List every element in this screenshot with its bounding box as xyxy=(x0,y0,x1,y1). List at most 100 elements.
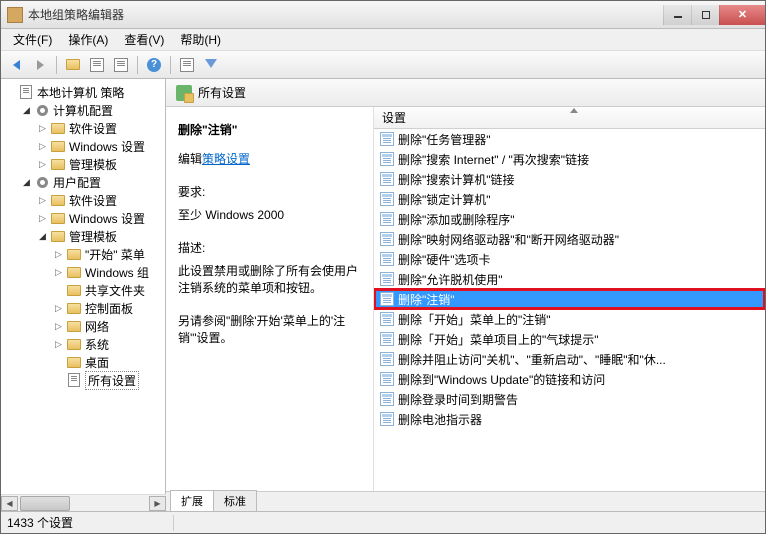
forward-button[interactable] xyxy=(29,54,51,76)
policy-icon xyxy=(380,212,394,226)
tree-user-windows-settings[interactable]: ▷ Windows 设置 xyxy=(1,209,165,227)
list-item[interactable]: 删除「开始」菜单上的"注销" xyxy=(374,309,765,329)
expand-icon[interactable]: ▷ xyxy=(37,213,48,224)
folder-icon xyxy=(66,248,82,261)
tree-pane[interactable]: 本地计算机 策略◢计算机配置▷软件设置▷Windows 设置▷管理模板◢用户配置… xyxy=(1,79,166,511)
scroll-thumb[interactable] xyxy=(20,496,70,511)
list-item[interactable]: 删除"任务管理器" xyxy=(374,129,765,149)
tree-label: 所有设置 xyxy=(85,371,139,390)
tab-extended[interactable]: 扩展 xyxy=(170,490,214,511)
close-button[interactable]: ✕ xyxy=(719,5,765,25)
sheet-icon xyxy=(18,86,34,99)
list-item[interactable]: 删除"注销" xyxy=(374,289,765,309)
detail-header-title: 所有设置 xyxy=(198,84,246,101)
help-button[interactable]: ? xyxy=(143,54,165,76)
folder-icon xyxy=(66,356,82,369)
column-header-setting[interactable]: 设置 xyxy=(374,107,765,129)
tree-shared-folders[interactable]: 共享文件夹 xyxy=(1,281,165,299)
tree-windows-settings[interactable]: ▷Windows 设置 xyxy=(1,137,165,155)
tree-system[interactable]: ▷ 系统 xyxy=(1,335,165,353)
scroll-left-button[interactable]: ◀ xyxy=(1,496,18,511)
minimize-button[interactable] xyxy=(663,5,691,25)
up-button[interactable] xyxy=(62,54,84,76)
expand-icon[interactable]: ▷ xyxy=(53,267,64,278)
list-item[interactable]: 删除登录时间到期警告 xyxy=(374,389,765,409)
toolbar: ? xyxy=(1,51,765,79)
expand-icon[interactable]: ▷ xyxy=(53,249,64,260)
list-item[interactable]: 删除「开始」菜单项目上的"气球提示" xyxy=(374,329,765,349)
list-item[interactable]: 删除"映射网络驱动器"和"断开网络驱动器" xyxy=(374,229,765,249)
tree-control-panel[interactable]: ▷控制面板 xyxy=(1,299,165,317)
tree-label: 本地计算机 策略 xyxy=(37,84,124,101)
tree-admin-templates[interactable]: ▷管理模板 xyxy=(1,155,165,173)
statusbar: 1433 个设置 xyxy=(1,511,765,533)
tree-user-software-settings[interactable]: ▷软件设置 xyxy=(1,191,165,209)
folder-icon xyxy=(66,266,82,279)
expand-icon[interactable]: ▷ xyxy=(37,195,48,206)
edit-policy-link[interactable]: 策略设置 xyxy=(202,152,250,166)
status-count: 1433 个设置 xyxy=(7,514,73,531)
list-item[interactable]: 删除"搜索 Internet" / "再次搜索"链接 xyxy=(374,149,765,169)
filter-button[interactable] xyxy=(200,54,222,76)
tree-label: 网络 xyxy=(85,318,109,335)
tree-label: 系统 xyxy=(85,336,109,353)
list-item[interactable]: 删除"允许脱机使用" xyxy=(374,269,765,289)
tree-label: 管理模板 xyxy=(69,228,117,245)
toolbar-separator xyxy=(137,56,138,74)
tab-standard[interactable]: 标准 xyxy=(213,490,257,511)
tree-hscrollbar[interactable]: ◀ ▶ xyxy=(1,494,166,511)
properties-button[interactable] xyxy=(176,54,198,76)
export-button[interactable] xyxy=(110,54,132,76)
tree-toggle-blank xyxy=(53,375,64,386)
window-title: 本地组策略编辑器 xyxy=(28,6,663,23)
scroll-right-button[interactable]: ▶ xyxy=(149,496,166,511)
list-item[interactable]: 删除"锁定计算机" xyxy=(374,189,765,209)
arrow-left-icon xyxy=(13,60,20,70)
titlebar[interactable]: 本地组策略编辑器 ✕ xyxy=(1,1,765,29)
sheet-icon xyxy=(66,374,82,387)
gear-icon xyxy=(34,176,50,189)
list-item[interactable]: 删除并阻止访问"关机"、"重新启动"、"睡眠"和"休... xyxy=(374,349,765,369)
detail-body: 删除"注销" 编辑策略设置 要求: 至少 Windows 2000 描述: 此设… xyxy=(166,107,765,491)
list-item[interactable]: 删除电池指示器 xyxy=(374,409,765,429)
collapse-icon[interactable]: ◢ xyxy=(21,177,32,188)
tree-computer-config[interactable]: ◢计算机配置 xyxy=(1,101,165,119)
tree-icon xyxy=(90,58,104,72)
show-hide-tree-button[interactable] xyxy=(86,54,108,76)
expand-icon[interactable]: ▷ xyxy=(37,159,48,170)
tree-label: Windows 设置 xyxy=(69,210,145,227)
expand-icon[interactable]: ▷ xyxy=(53,339,64,350)
settings-list[interactable]: 删除"任务管理器"删除"搜索 Internet" / "再次搜索"链接删除"搜索… xyxy=(374,129,765,491)
collapse-icon[interactable]: ◢ xyxy=(21,105,32,116)
list-item[interactable]: 删除到"Windows Update"的链接和访问 xyxy=(374,369,765,389)
column-header-label: 设置 xyxy=(382,109,406,126)
maximize-button[interactable] xyxy=(691,5,719,25)
expand-icon[interactable]: ▷ xyxy=(37,141,48,152)
back-button[interactable] xyxy=(5,54,27,76)
list-item[interactable]: 删除"搜索计算机"链接 xyxy=(374,169,765,189)
list-item[interactable]: 删除"硬件"选项卡 xyxy=(374,249,765,269)
folder-icon xyxy=(66,320,82,333)
tree-all-settings[interactable]: 所有设置 xyxy=(1,371,165,389)
detail-pane: 所有设置 删除"注销" 编辑策略设置 要求: 至少 Windows 2000 描… xyxy=(166,79,765,511)
tree-start-menu[interactable]: ▷"开始" 菜单 xyxy=(1,245,165,263)
list-item[interactable]: 删除"添加或删除程序" xyxy=(374,209,765,229)
tree-user-admin-templates[interactable]: ◢ 管理模板 xyxy=(1,227,165,245)
expand-icon[interactable]: ▷ xyxy=(53,303,64,314)
folder-icon xyxy=(50,230,66,243)
collapse-icon[interactable]: ◢ xyxy=(37,231,48,242)
expand-icon[interactable]: ▷ xyxy=(37,123,48,134)
menu-file[interactable]: 文件(F) xyxy=(5,29,60,50)
tree-windows-components[interactable]: ▷Windows 组 xyxy=(1,263,165,281)
menu-help[interactable]: 帮助(H) xyxy=(172,29,229,50)
menu-view[interactable]: 查看(V) xyxy=(116,29,172,50)
tree-software-settings[interactable]: ▷软件设置 xyxy=(1,119,165,137)
policy-icon xyxy=(380,252,394,266)
tree-user-config[interactable]: ◢用户配置 xyxy=(1,173,165,191)
tree-root[interactable]: 本地计算机 策略 xyxy=(1,83,165,101)
expand-icon[interactable]: ▷ xyxy=(53,321,64,332)
tree-network[interactable]: ▷ 网络 xyxy=(1,317,165,335)
maximize-icon xyxy=(702,11,710,19)
menu-action[interactable]: 操作(A) xyxy=(60,29,116,50)
tree-desktop[interactable]: 桌面 xyxy=(1,353,165,371)
